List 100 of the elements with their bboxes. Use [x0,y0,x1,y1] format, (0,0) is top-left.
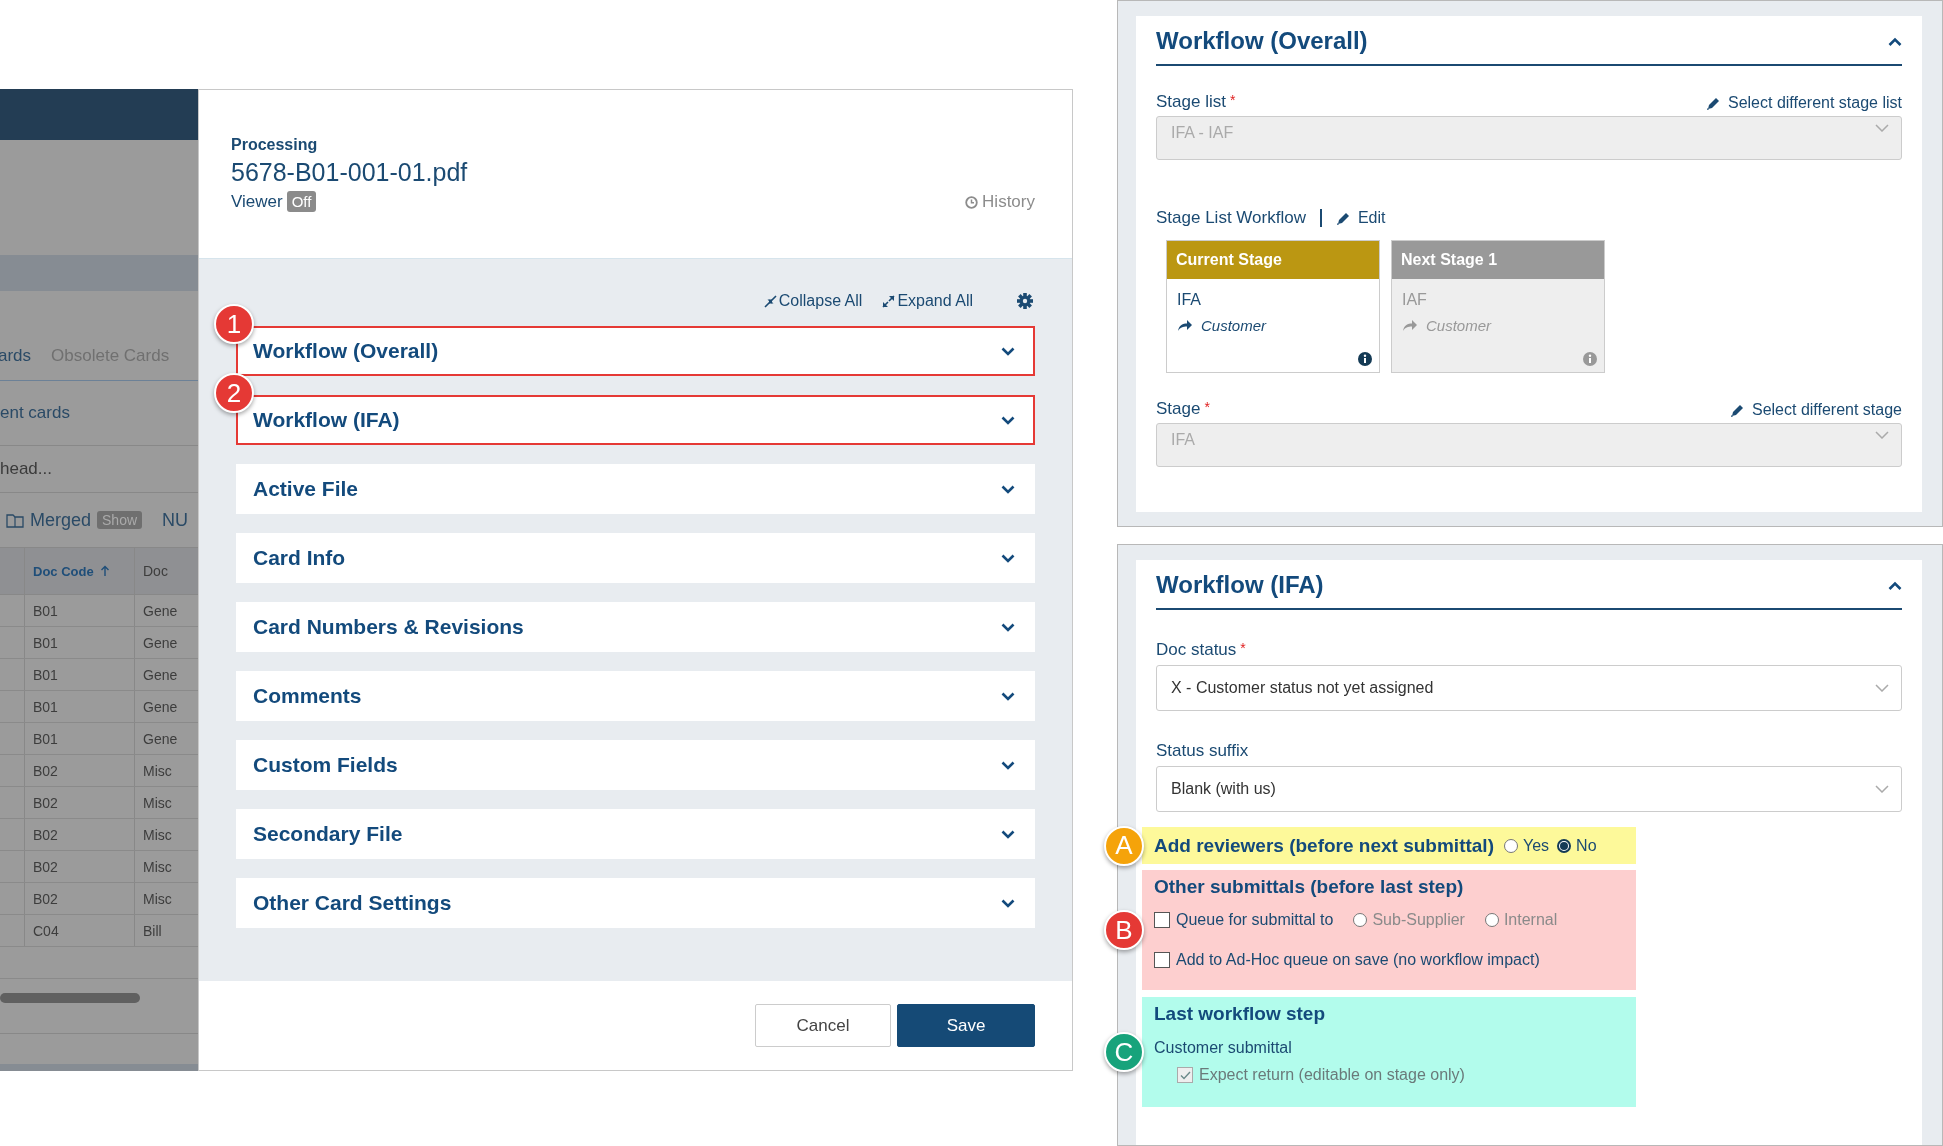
pencil-icon [1705,95,1721,111]
chevron-down-icon [1001,346,1015,356]
chevron-down-icon [1875,124,1889,132]
accordion-header[interactable]: Comments [236,671,1035,721]
filter-text: ent cards [0,403,70,423]
band-title: Other submittals (before last step) [1154,875,1465,899]
share-arrow-icon [1177,319,1193,332]
stage-header: Current Stage [1167,241,1379,279]
table-cell-text: Gene [142,665,179,685]
required-asterisk: * [1229,92,1236,110]
table-cell-text: Misc [142,857,173,877]
table-cell-text: Gene [142,633,179,653]
table-cell: B01 [25,691,135,722]
table-cell: B01 [25,627,135,658]
recipient-text: Customer [1201,317,1267,334]
edit-link[interactable]: Edit [1335,209,1386,227]
recipient-text: Customer [1426,317,1492,334]
chevron-down-icon [1875,684,1889,692]
collapse-all-button[interactable]: Collapse All [763,292,863,310]
check-icon [1179,1070,1191,1080]
checkbox-option[interactable]: Add to Ad-Hoc queue on save (no workflow impact) [1154,951,1540,969]
table-cell-text: Gene [142,697,179,717]
table-cell-text: Gene [142,601,179,621]
stage-name: IFA [1177,291,1201,309]
chevron-down-icon [1001,691,1015,701]
table-cell: B02 [25,755,135,786]
clock-icon [965,195,979,209]
table-cell: B01 [25,723,135,754]
chevron-down-icon [1875,785,1889,793]
scrollbar-thumb[interactable] [0,993,140,1003]
merged-label: Merged [30,509,92,531]
chevron-down-icon [1001,553,1015,563]
expand-icon [882,294,896,308]
cancel-button[interactable]: Cancel [755,1004,891,1047]
file-name: 5678-B01-001-01.pdf [231,158,468,187]
column-label: NU [162,509,189,531]
annotation-marker: B [1104,910,1144,950]
table-cell: B02 [25,787,135,818]
required-asterisk: * [1204,399,1210,417]
field-label: Status suffix [1156,741,1249,761]
step-name: Customer submittal [1154,1039,1293,1057]
panel-title: Workflow (Overall) [1156,27,1368,55]
band-title: Last workflow step [1154,1002,1327,1026]
status-label: Processing [231,136,319,154]
table-cell: B02 [25,851,135,882]
field-label: Stage list [1156,92,1226,112]
accordion-header[interactable]: Card Numbers & Revisions [236,602,1035,652]
collapse-icon [763,294,777,308]
dropdown-field[interactable]: X - Customer status not yet assigned [1156,665,1902,711]
field-label: Stage [1156,399,1201,419]
viewer-label: Viewer [231,191,283,212]
table-cell: B01 [25,659,135,690]
folder-icon [6,512,24,528]
chevron-down-icon [1001,415,1015,425]
chevron-down-icon [1875,431,1889,439]
stage-name: IAF [1402,291,1427,309]
table-cell: C04 [25,915,135,946]
annotation-marker: 1 [214,304,254,344]
accordion-header[interactable]: Active File [236,464,1035,514]
info-icon [1583,352,1597,366]
dropdown-field[interactable]: Blank (with us) [1156,766,1902,812]
column-header[interactable]: Doc [135,548,198,594]
sort-arrow-icon [99,565,110,577]
radio-option[interactable]: No [1557,836,1597,855]
annotation-marker: A [1104,825,1144,866]
pencil-icon [1335,210,1351,226]
chevron-down-icon [1001,898,1015,908]
chevron-down-icon [1001,622,1015,632]
accordion-header[interactable]: Other Card Settings [236,878,1035,928]
history-link[interactable]: History [965,192,1035,212]
chevron-up-icon[interactable] [1888,580,1902,590]
accordion-header[interactable]: Custom Fields [236,740,1035,790]
table-cell-text: Misc [142,793,173,813]
chevron-down-icon [1001,760,1015,770]
pencil-icon [1729,402,1745,418]
table-cell: B01 [25,595,135,626]
stage-header: Next Stage 1 [1392,241,1604,279]
table-cell-text: Misc [142,825,173,845]
table-cell-text: Gene [142,729,179,749]
info-icon [1358,352,1372,366]
share-arrow-icon [1402,319,1418,332]
expand-all-button[interactable]: Expand All [882,292,973,310]
accordion-header[interactable]: Card Info [236,533,1035,583]
table-cell-text: Misc [142,761,173,781]
settings-icon[interactable] [1017,293,1033,309]
chevron-down-icon [1001,829,1015,839]
save-button[interactable]: Save [897,1004,1035,1047]
panel-title: Workflow (IFA) [1156,571,1324,599]
annotation-marker: C [1104,1032,1144,1072]
question-label: Add reviewers (before next submittal) [1154,834,1494,857]
accordion-header[interactable]: Secondary File [236,809,1035,859]
table-cell-text: Bill [142,921,163,941]
checkbox-option[interactable]: Queue for submittal to [1154,911,1334,929]
table-cell: B02 [25,819,135,850]
field-label: Doc status [1156,640,1237,660]
required-asterisk: * [1240,640,1246,658]
annotation-marker: 2 [214,373,254,413]
chevron-down-icon [1001,484,1015,494]
chevron-up-icon[interactable] [1888,36,1902,46]
radio-option[interactable]: Yes [1503,836,1550,855]
